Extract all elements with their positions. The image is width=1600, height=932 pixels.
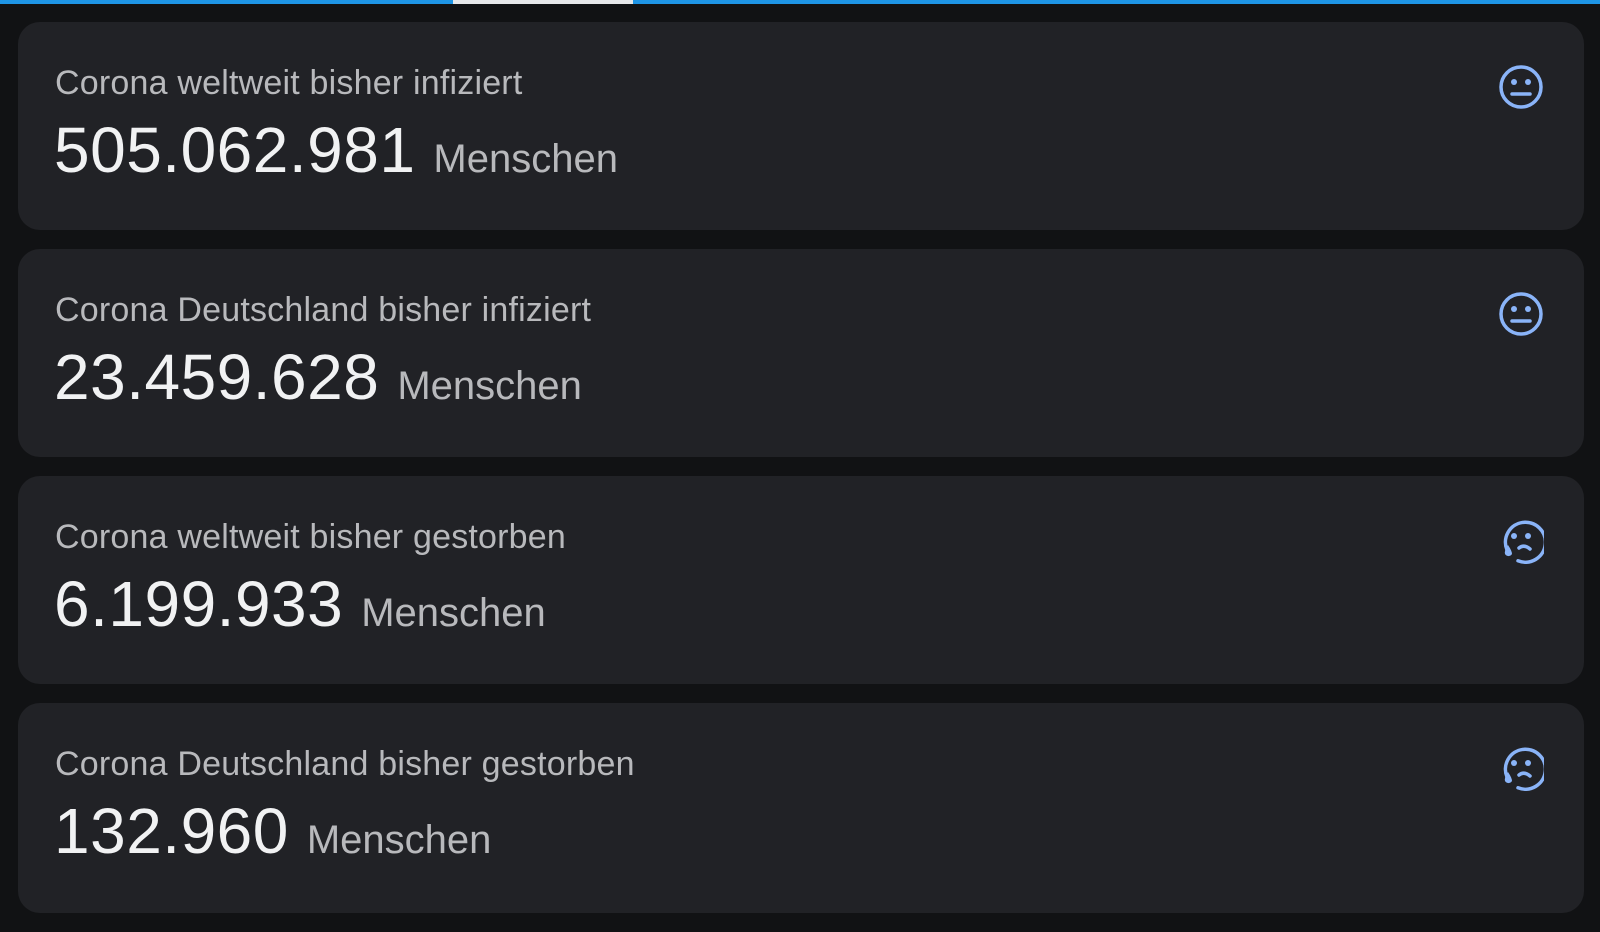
card-worldwide-infected[interactable]: Corona weltweit bisher infiziert 505.062…	[18, 22, 1584, 230]
card-unit: Menschen	[361, 591, 546, 635]
neutral-face-icon	[1498, 64, 1544, 110]
crying-face-icon	[1498, 745, 1544, 791]
card-value-line: 132.960 Menschen	[54, 799, 491, 863]
card-worldwide-deaths[interactable]: Corona weltweit bisher gestorben 6.199.9…	[18, 476, 1584, 684]
card-value-line: 23.459.628 Menschen	[54, 345, 582, 409]
active-tab-indicator	[453, 0, 633, 4]
card-title: Corona Deutschland bisher infiziert	[55, 291, 592, 329]
card-title: Corona Deutschland bisher gestorben	[55, 745, 635, 783]
card-unit: Menschen	[397, 364, 582, 408]
card-value: 132.960	[54, 795, 289, 867]
card-value: 23.459.628	[54, 341, 380, 413]
card-germany-deaths[interactable]: Corona Deutschland bisher gestorben 132.…	[18, 703, 1584, 913]
card-unit: Menschen	[306, 818, 492, 862]
card-title: Corona weltweit bisher gestorben	[55, 518, 567, 556]
crying-face-icon	[1498, 518, 1544, 564]
card-unit: Menschen	[433, 137, 618, 181]
card-value: 6.199.933	[54, 568, 344, 640]
card-value-line: 6.199.933 Menschen	[54, 572, 546, 636]
tab-indicator-bar	[0, 0, 1600, 4]
stats-list: Corona weltweit bisher infiziert 505.062…	[18, 22, 1584, 932]
card-value-line: 505.062.981 Menschen	[54, 118, 618, 182]
neutral-face-icon	[1498, 291, 1544, 337]
card-title: Corona weltweit bisher infiziert	[55, 64, 523, 102]
card-value: 505.062.981	[54, 114, 416, 186]
card-germany-infected[interactable]: Corona Deutschland bisher infiziert 23.4…	[18, 249, 1584, 457]
